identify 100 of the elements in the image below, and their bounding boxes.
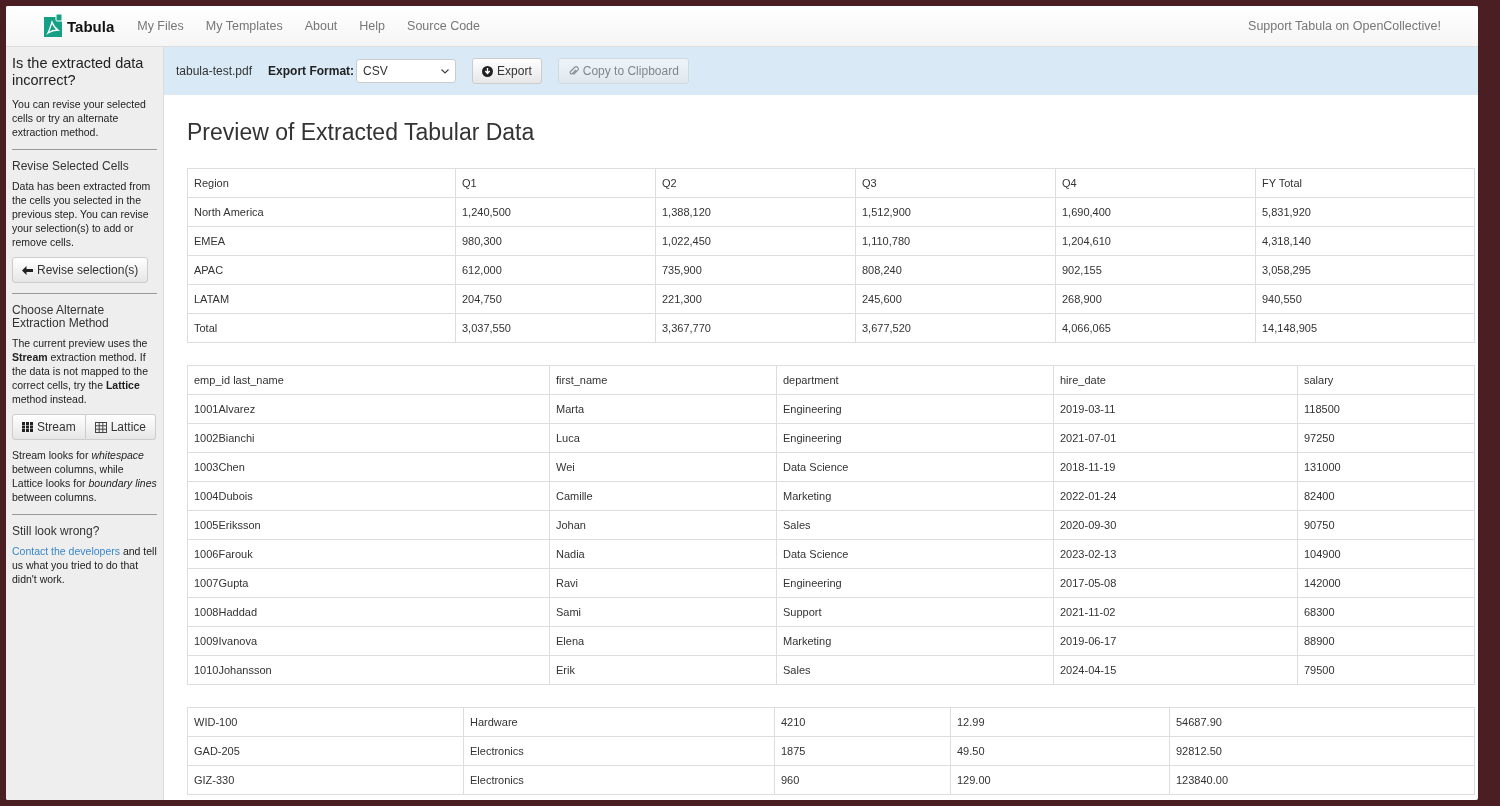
- table-cell: 3,677,520: [855, 313, 1056, 343]
- table-cell: 2019-03-11: [1053, 394, 1298, 424]
- table-cell: 49.50: [950, 736, 1170, 766]
- table-cell: 1004Dubois: [187, 481, 550, 511]
- format-label: Export Format:: [268, 64, 355, 78]
- format-select[interactable]: CSV: [356, 59, 457, 83]
- table-cell: LATAM: [187, 284, 456, 314]
- table-cell: 808,240: [855, 255, 1056, 285]
- table-cell: salary: [1297, 365, 1475, 395]
- table-cell: 1,240,500: [455, 197, 656, 227]
- table-cell: 14,148,905: [1255, 313, 1475, 343]
- section-heading: Choose Alternate Extraction Method: [12, 304, 110, 330]
- table-cell: Wei: [549, 452, 777, 482]
- table-cell: GIZ-330: [187, 765, 464, 795]
- table-cell: 2017-05-08: [1053, 568, 1298, 598]
- table-cell: Luca: [549, 423, 777, 453]
- table-cell: 4,318,140: [1255, 226, 1475, 256]
- section-text: Contact the developers and tell us what you tried to do that didn't work.: [12, 544, 157, 586]
- table-cell: 79500: [1297, 655, 1475, 685]
- table-cell: 54687.90: [1169, 707, 1475, 737]
- table-cell: 2021-11-02: [1053, 597, 1298, 627]
- table-cell: 204,750: [455, 284, 656, 314]
- table-cell: Region: [187, 168, 456, 198]
- table-cell: 1010Johansson: [187, 655, 550, 685]
- table-cell: emp_id last_name: [187, 365, 550, 395]
- table-cell: Camille: [549, 481, 777, 511]
- table-cell: 1003Chen: [187, 452, 550, 482]
- table-cell: Engineering: [776, 394, 1054, 424]
- nav-link[interactable]: My Templates: [194, 19, 294, 33]
- table-cell: department: [776, 365, 1054, 395]
- table-cell: 1006Farouk: [187, 539, 550, 569]
- nav-link[interactable]: Help: [348, 19, 397, 33]
- table-cell: Marketing: [776, 481, 1054, 511]
- table-cell: EMEA: [187, 226, 456, 256]
- logo-icon: [43, 14, 63, 38]
- table-cell: 1875: [774, 736, 951, 766]
- table-cell: hire_date: [1053, 365, 1298, 395]
- section-text: Data has been extracted from the cells you selected in the previous step. You can revise your selection(s) to add or remove cells.: [12, 179, 152, 249]
- sidebar-title: Is the extracted data incorrect?: [12, 55, 145, 89]
- table-cell: Sami: [549, 597, 777, 627]
- table-cell: 1008Haddad: [187, 597, 550, 627]
- section-heading: Revise Selected Cells: [12, 160, 130, 173]
- table-cell: 2023-02-13: [1053, 539, 1298, 569]
- table-cell: 90750: [1297, 510, 1475, 540]
- table-cell: 3,367,770: [655, 313, 856, 343]
- table-cell: 612,000: [455, 255, 656, 285]
- nav-link[interactable]: About: [293, 19, 349, 33]
- contact-link[interactable]: Contact the developers: [12, 545, 120, 557]
- table-cell: 902,155: [1055, 255, 1256, 285]
- table-cell: Erik: [549, 655, 777, 685]
- table-cell: Sales: [776, 510, 1054, 540]
- brand-name[interactable]: Tabula: [67, 17, 115, 35]
- table-cell: Elena: [549, 626, 777, 656]
- table-cell: 2024-04-15: [1053, 655, 1298, 685]
- table-cell: 142000: [1297, 568, 1475, 598]
- table-cell: 3,037,550: [455, 313, 656, 343]
- table-cell: 1,110,780: [855, 226, 1056, 256]
- table-cell: 1,022,450: [655, 226, 856, 256]
- table-cell: Q2: [655, 168, 856, 198]
- export-button[interactable]: Export: [472, 58, 542, 84]
- table-cell: 104900: [1297, 539, 1475, 569]
- table-cell: WID-100: [187, 707, 464, 737]
- section-heading: Still look wrong?: [12, 525, 101, 538]
- table-cell: 268,900: [1055, 284, 1256, 314]
- table-cell: 97250: [1297, 423, 1475, 453]
- nav-link[interactable]: My Files: [126, 19, 195, 33]
- table-cell: 129.00: [950, 765, 1170, 795]
- table-cell: Q3: [855, 168, 1056, 198]
- table-cell: Engineering: [776, 423, 1054, 453]
- table-cell: 88900: [1297, 626, 1475, 656]
- table-cell: 1007Gupta: [187, 568, 550, 598]
- table-cell: Q1: [455, 168, 656, 198]
- table-cell: 1005Eriksson: [187, 510, 550, 540]
- section-text: Stream looks for whitespace between columns, while Lattice looks for boundary lines between columns.: [12, 448, 157, 504]
- support-link[interactable]: Support Tabula on OpenCollective!: [1237, 19, 1452, 33]
- table-cell: 1,204,610: [1055, 226, 1256, 256]
- table-cell: Hardware: [463, 707, 775, 737]
- section-text: The current preview uses the Stream extraction method. If the data is not mapped to the correct cells, try the Lattice method instead.: [12, 336, 149, 406]
- method-button[interactable]: Lattice: [85, 414, 157, 440]
- table-cell: 1001Alvarez: [187, 394, 550, 424]
- table-cell: 4210: [774, 707, 951, 737]
- table-cell: 123840.00: [1169, 765, 1475, 795]
- table-cell: 82400: [1297, 481, 1475, 511]
- download-icon: [482, 65, 494, 77]
- table-cell: 2022-01-24: [1053, 481, 1298, 511]
- chevron-down-icon: [441, 68, 450, 74]
- table-cell: 2021-07-01: [1053, 423, 1298, 453]
- nav-link[interactable]: Source Code: [396, 19, 491, 33]
- table-cell: first_name: [549, 365, 777, 395]
- method-button[interactable]: Stream: [12, 414, 86, 440]
- table-cell: 1,690,400: [1055, 197, 1256, 227]
- table-cell: 4,066,065: [1055, 313, 1256, 343]
- table-cell: 245,600: [855, 284, 1056, 314]
- table-cell: Marta: [549, 394, 777, 424]
- sidebar-intro: You can revise your selected cells or try an alternate extraction method.: [12, 97, 147, 139]
- table-cell: Nadia: [549, 539, 777, 569]
- table-cell: 221,300: [655, 284, 856, 314]
- revise-selection-button[interactable]: Revise selection(s): [12, 257, 149, 283]
- table-cell: GAD-205: [187, 736, 464, 766]
- table-cell: 980,300: [455, 226, 656, 256]
